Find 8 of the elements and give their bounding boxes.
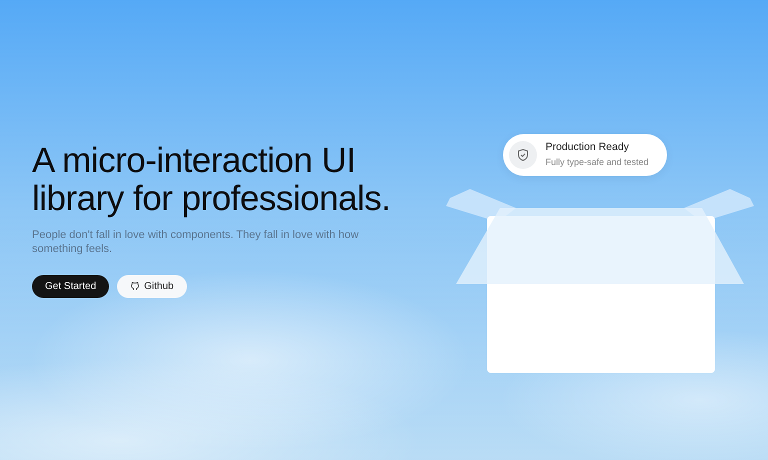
subtitle: People don't fall in love with components. They fall in love with how something feels. [32, 228, 360, 257]
github-button[interactable]: Github [117, 274, 187, 298]
get-started-button[interactable]: Get Started [32, 274, 110, 298]
headline: A micro-interaction UI library for professionals. [32, 142, 392, 218]
shield-check-icon [516, 148, 530, 162]
pill-subtitle: Fully type-safe and tested [545, 156, 649, 170]
pill-title: Production Ready [545, 140, 630, 156]
cat-icon [130, 281, 140, 292]
